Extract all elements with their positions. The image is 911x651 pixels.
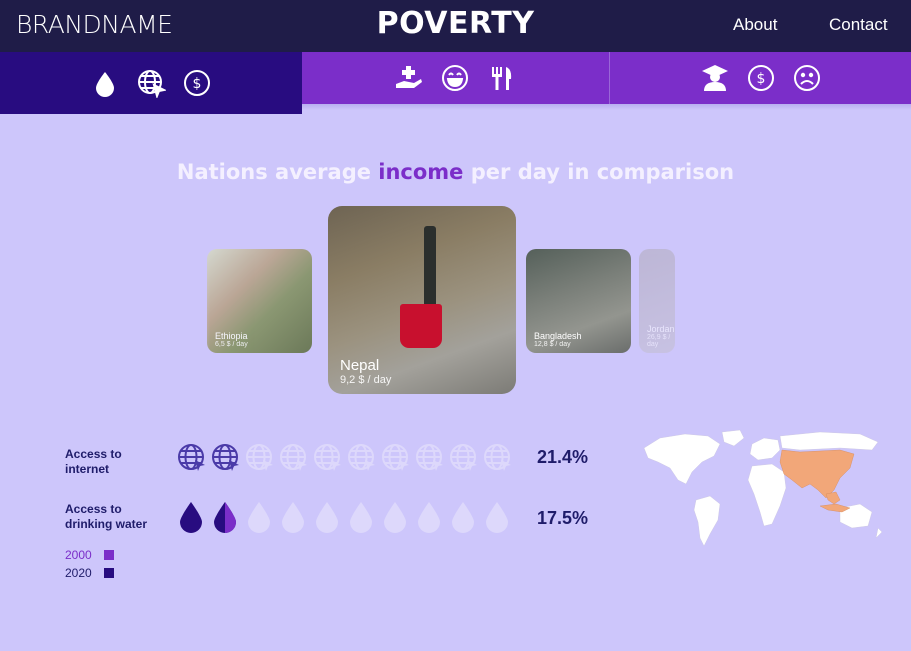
tab-education-income-sadness[interactable]: $	[609, 52, 911, 104]
map-russia-north	[779, 431, 879, 451]
card-caption: Bangladesh 12,8 $ / day	[534, 331, 582, 348]
world-map[interactable]	[640, 428, 884, 552]
globe-cursor-icon	[450, 444, 477, 471]
map-africa	[747, 463, 787, 527]
card-country: Ethiopia	[215, 331, 248, 341]
category-tabs: $ $	[0, 52, 911, 114]
top-navbar: BRANDNAME POVERTY About Contact	[0, 0, 911, 52]
water-drop-icon	[214, 502, 236, 533]
dollar-coin-icon: $	[184, 70, 210, 96]
tab-water-internet-income[interactable]: $	[0, 52, 302, 114]
card-caption: Nepal 9,2 $ / day	[340, 357, 391, 386]
card-income: 9,2 $ / day	[340, 374, 392, 386]
tabs-shadow	[302, 104, 911, 110]
country-card-bangladesh[interactable]: Bangladesh 12,8 $ / day	[526, 249, 631, 353]
card-caption: Ethiopia 6,5 $ / day	[215, 331, 248, 348]
map-southeast-asia-highlight	[825, 491, 841, 505]
carousel-fade-left	[190, 244, 210, 358]
stat-value-water: 17.5%	[537, 508, 589, 528]
globe-cursor-icon	[382, 444, 409, 471]
bucket-photo-detail	[400, 304, 442, 348]
globe-cursor-icon	[314, 444, 341, 471]
globe-cursor-icon	[280, 444, 307, 471]
water-drop-icon	[316, 502, 338, 533]
stat-label-line1: Access to	[65, 447, 122, 461]
internet-icon-row	[176, 441, 512, 475]
water-drop-icon	[96, 72, 114, 97]
stat-label-line1: Access to	[65, 502, 122, 516]
legend-label: 2020	[65, 566, 92, 580]
map-asia-highlight	[779, 449, 855, 499]
water-drop-icon	[452, 502, 474, 533]
stat-value-internet: 21.4%	[537, 447, 589, 467]
water-icon-row	[176, 499, 512, 533]
country-card-jordan[interactable]: Jordan 26,9 $ / day	[639, 249, 675, 353]
tab-health-happiness-food[interactable]	[302, 52, 608, 104]
card-caption: Jordan 26,9 $ / day	[647, 324, 675, 348]
globe-cursor-icon	[246, 444, 273, 471]
country-card-ethiopia[interactable]: Ethiopia 6,5 $ / day	[207, 249, 312, 353]
water-drop-icon	[180, 502, 202, 533]
water-drop-icon	[350, 502, 372, 533]
legend-swatch	[103, 568, 114, 578]
globe-cursor-icon	[416, 444, 443, 471]
legend-item-2020: 2020	[65, 566, 114, 580]
nav-link-contact[interactable]: Contact	[829, 15, 888, 35]
stat-label-water: Access to drinking water	[65, 502, 147, 532]
heading-text-before: Nations average	[176, 160, 379, 184]
globe-cursor-icon	[138, 70, 166, 98]
water-drop-icon	[248, 502, 270, 533]
card-country: Jordan	[647, 324, 675, 334]
card-income: 12,8 $ / day	[534, 341, 571, 348]
heading-highlight: income	[378, 160, 464, 184]
globe-cursor-icon	[212, 444, 239, 471]
stat-label-line2: drinking water	[65, 517, 148, 531]
map-new-zealand	[875, 527, 883, 539]
map-north-america	[643, 433, 721, 485]
card-income: 6,5 $ / day	[215, 341, 248, 348]
nav-link-about[interactable]: About	[733, 15, 777, 35]
globe-cursor-icon	[484, 444, 511, 471]
stat-label-internet: Access to internet	[65, 447, 122, 477]
country-card-nepal[interactable]: Nepal 9,2 $ / day	[328, 206, 516, 394]
medical-hand-icon	[396, 66, 422, 88]
map-europe	[749, 437, 781, 461]
svg-text:$: $	[193, 76, 202, 92]
card-country: Bangladesh	[534, 331, 582, 341]
happy-face-icon	[442, 65, 468, 91]
stat-label-line2: internet	[65, 462, 110, 476]
water-drop-icon	[282, 502, 304, 533]
legend-item-2000: 2000	[65, 548, 114, 562]
dollar-coin-icon: $	[747, 65, 774, 91]
water-drop-icon	[384, 502, 406, 533]
card-income: 26,9 $ / day	[647, 334, 671, 348]
map-south-america	[693, 495, 721, 547]
card-country: Nepal	[340, 357, 380, 374]
heading-text-after: per day in comparison	[463, 160, 735, 184]
water-drop-icon	[486, 502, 508, 533]
globe-cursor-icon	[178, 444, 205, 471]
legend-swatch	[103, 550, 114, 560]
graduation-person-icon	[701, 65, 728, 91]
section-heading: Nations average income per day in compar…	[0, 160, 911, 184]
globe-cursor-icon	[348, 444, 375, 471]
water-drop-icon	[418, 502, 440, 533]
map-greenland	[721, 429, 745, 447]
sad-face-icon	[793, 65, 820, 91]
svg-text:$: $	[756, 71, 765, 87]
legend-label: 2000	[65, 548, 92, 562]
fork-knife-icon	[492, 67, 512, 90]
water-pump-photo-detail	[424, 226, 436, 308]
